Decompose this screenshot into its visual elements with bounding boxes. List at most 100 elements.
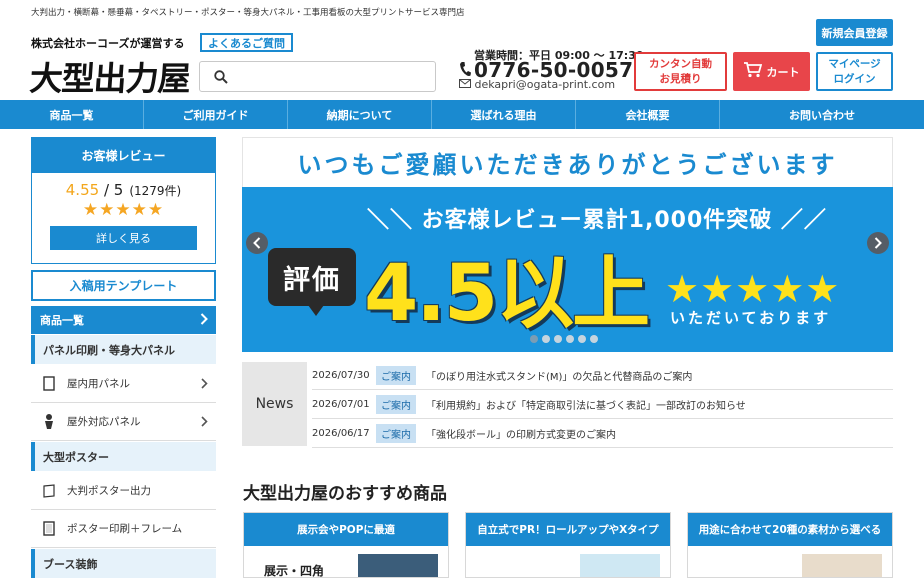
news-text[interactable]: 「のぼり用注水式スタンド(M)」の欠品と代替商品のご案内 bbox=[426, 368, 692, 383]
site-logo[interactable]: 大型出力屋 bbox=[28, 52, 191, 100]
panel-category-head[interactable]: パネル印刷・等身大パネル bbox=[31, 335, 216, 364]
chevron-right-icon bbox=[201, 378, 208, 392]
recommended-card-head: 用途に合わせて20種の素材から選べる bbox=[688, 513, 892, 546]
review-stars: ★★★★★ bbox=[82, 200, 165, 220]
mypage-label-2: ログイン bbox=[833, 72, 876, 85]
news-date: 2026/07/01 bbox=[312, 399, 370, 410]
chevron-right-icon bbox=[201, 416, 208, 430]
mail-icon bbox=[459, 78, 475, 91]
global-nav: 商品一覧 ご利用ガイド 納期について 選ばれる理由 会社概要 お問い合わせ bbox=[0, 100, 924, 129]
news-row[interactable]: 2026/06/17 ご案内 「強化段ボール」の印刷方式変更のご案内 bbox=[312, 420, 893, 448]
review-score: 4.55 / 5 (1279件) bbox=[32, 181, 215, 199]
cart-label: カート bbox=[766, 65, 800, 79]
recommended-title: 大型出力屋のおすすめ商品 bbox=[243, 484, 447, 504]
news-label: News bbox=[242, 362, 307, 446]
recommended-card-image bbox=[802, 554, 882, 577]
banner-thanks: いただいております bbox=[670, 309, 832, 327]
chevron-left-icon bbox=[253, 237, 261, 249]
carousel-dot[interactable] bbox=[530, 335, 538, 343]
nav-products[interactable]: 商品一覧 bbox=[0, 100, 144, 129]
nav-guide[interactable]: ご利用ガイド bbox=[144, 100, 288, 129]
recommended-card-image bbox=[580, 554, 660, 577]
banner-main: ＼＼ お客様レビュー累計1,000件突破 ／／ 評価 4.5以上 ★★★★★ い… bbox=[242, 187, 893, 352]
carousel-dot[interactable] bbox=[542, 335, 550, 343]
sidebar-item-label: 屋外対応パネル bbox=[67, 416, 141, 428]
recommended-card-body: 展示・四角 bbox=[244, 546, 448, 578]
recommended-card-body bbox=[466, 546, 670, 577]
carousel-dot[interactable] bbox=[590, 335, 598, 343]
banner-score: 4.5以上 bbox=[364, 249, 650, 339]
email-address[interactable]: dekapri@ogata-print.com bbox=[459, 78, 615, 91]
recommended-card[interactable]: 用途に合わせて20種の素材から選べる bbox=[687, 512, 893, 578]
banner-top-text: いつもご愛顧いただきありがとうございます bbox=[242, 137, 893, 187]
news-row[interactable]: 2026/07/01 ご案内 「利用規約」および「特定商取引法に基づく表記」一部… bbox=[312, 391, 893, 419]
news-tag: ご案内 bbox=[376, 395, 416, 414]
news-date: 2026/07/30 bbox=[312, 370, 370, 381]
category-head-label: 商品一覧 bbox=[40, 314, 84, 327]
news-tag: ご案内 bbox=[376, 366, 416, 385]
category-head[interactable]: 商品一覧 bbox=[31, 306, 216, 334]
nav-reasons[interactable]: 選ばれる理由 bbox=[432, 100, 576, 129]
recommended-card-text: 展示・四角 bbox=[264, 564, 325, 578]
review-box: お客様レビュー 4.55 / 5 (1279件) ★★★★★ 詳しく見る bbox=[31, 137, 216, 264]
cart-button[interactable]: カート bbox=[733, 52, 810, 91]
frame-icon bbox=[41, 521, 57, 537]
news-row[interactable]: 2026/07/30 ご案内 「のぼり用注水式スタンド(M)」の欠品と代替商品の… bbox=[312, 362, 893, 390]
quote-label-1: カンタン自動 bbox=[649, 57, 712, 70]
sidebar-item-big-poster[interactable]: 大判ポスター出力 bbox=[31, 472, 216, 510]
email-text: dekapri@ogata-print.com bbox=[474, 78, 616, 91]
hero-banner[interactable]: いつもご愛顧いただきありがとうございます ＼＼ お客様レビュー累計1,000件突… bbox=[242, 137, 893, 352]
faq-button[interactable]: よくあるご質問 bbox=[200, 33, 293, 52]
recommended-card-image bbox=[358, 554, 438, 577]
news-text[interactable]: 「強化段ボール」の印刷方式変更のご案内 bbox=[426, 426, 616, 441]
quote-button[interactable]: カンタン自動 お見積り bbox=[634, 52, 727, 91]
carousel-dot[interactable] bbox=[566, 335, 574, 343]
standee-icon bbox=[41, 414, 57, 430]
template-button[interactable]: 入稿用テンプレート bbox=[31, 270, 216, 301]
booth-category-head[interactable]: ブース装飾 bbox=[31, 549, 216, 578]
recommended-card-head: 展示会やPOPに最適 bbox=[244, 513, 448, 546]
review-score-value: 4.55 bbox=[65, 181, 100, 199]
chevron-right-icon bbox=[874, 237, 882, 249]
search-icon bbox=[214, 70, 228, 84]
recommended-card[interactable]: 自立式でPR！ロールアップやXタイプ bbox=[465, 512, 671, 578]
quote-label-2: お見積り bbox=[659, 72, 702, 85]
sidebar-item-label: 大判ポスター出力 bbox=[67, 485, 151, 497]
panel-icon bbox=[41, 376, 57, 392]
sidebar-item-label: ポスター印刷＋フレーム bbox=[67, 523, 183, 535]
recommended-card-body bbox=[688, 546, 892, 577]
chevron-right-icon bbox=[200, 313, 208, 328]
poster-category-head[interactable]: 大型ポスター bbox=[31, 442, 216, 471]
search-input[interactable] bbox=[199, 61, 436, 92]
review-count: (1279件) bbox=[129, 184, 182, 198]
eval-badge: 評価 bbox=[268, 248, 356, 316]
news-date: 2026/06/17 bbox=[312, 428, 370, 439]
sidebar-item-outdoor-panel[interactable]: 屋外対応パネル bbox=[31, 403, 216, 441]
sidebar-item-label: 屋内用パネル bbox=[67, 378, 130, 390]
site-tagline: 大判出力・横断幕・懸垂幕・タペストリー・ポスター・等身大パネル・工事用看板の大型… bbox=[31, 8, 465, 18]
news-text[interactable]: 「利用規約」および「特定商取引法に基づく表記」一部改訂のお知らせ bbox=[426, 397, 746, 412]
carousel-dot[interactable] bbox=[578, 335, 586, 343]
nav-contact[interactable]: お問い合わせ bbox=[720, 100, 924, 129]
carousel-next-button[interactable] bbox=[867, 232, 889, 254]
review-score-sep: / 5 bbox=[99, 181, 124, 199]
company-name: 株式会社ホーコーズが運営する bbox=[31, 37, 185, 50]
nav-company[interactable]: 会社概要 bbox=[576, 100, 720, 129]
recommended-card[interactable]: 展示会やPOPに最適 展示・四角 bbox=[243, 512, 449, 578]
carousel-dot[interactable] bbox=[554, 335, 562, 343]
carousel-prev-button[interactable] bbox=[246, 232, 268, 254]
sidebar-item-indoor-panel[interactable]: 屋内用パネル bbox=[31, 365, 216, 403]
banner-stars: ★★★★★ bbox=[665, 267, 841, 311]
poster-icon bbox=[41, 483, 57, 499]
cart-icon bbox=[743, 62, 762, 81]
review-title: お客様レビュー bbox=[32, 138, 215, 173]
recommended-card-head: 自立式でPR！ロールアップやXタイプ bbox=[466, 513, 670, 546]
review-detail-button[interactable]: 詳しく見る bbox=[50, 226, 197, 250]
news-tag: ご案内 bbox=[376, 424, 416, 443]
carousel-dots bbox=[530, 335, 598, 343]
sidebar-item-poster-frame[interactable]: ポスター印刷＋フレーム bbox=[31, 510, 216, 548]
mypage-label-1: マイページ bbox=[828, 57, 881, 70]
mypage-login-button[interactable]: マイページ ログイン bbox=[816, 52, 893, 91]
nav-delivery[interactable]: 納期について bbox=[288, 100, 432, 129]
register-button[interactable]: 新規会員登録 bbox=[816, 19, 893, 46]
